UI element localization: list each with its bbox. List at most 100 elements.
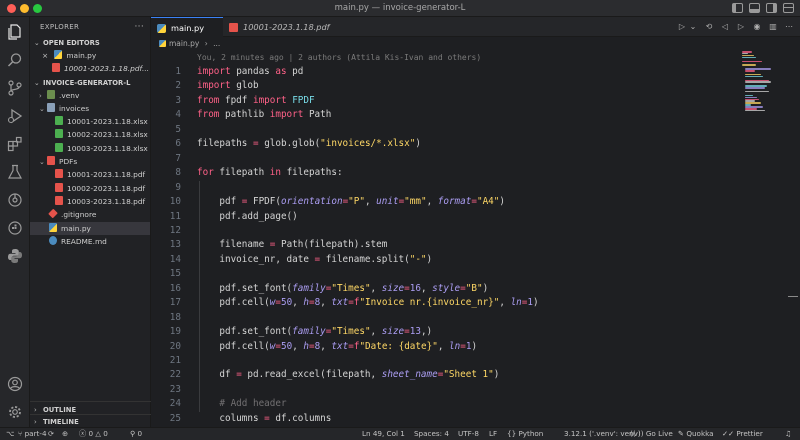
vertical-scrollbar[interactable] [786,51,798,427]
tree-file-xlsx[interactable]: 10002-2023.1.18.xlsx [30,128,150,141]
python-env-icon[interactable]: ⊕ [62,428,68,440]
git-blame-annotation[interactable]: You, 2 minutes ago | 2 authors (Attila K… [197,53,481,62]
code-line[interactable]: 6 filepaths = glob.glob("invoices/*.xlsx"… [151,137,751,151]
remote-explorer-icon[interactable] [6,191,24,209]
run-python-file-icon[interactable]: ▷ [677,22,687,32]
language-mode[interactable]: {} Python [507,428,543,440]
toggle-secondary-sidebar-icon[interactable] [766,3,777,13]
code-line[interactable]: 18 [151,311,751,325]
tree-folder-pdfs[interactable]: ⌄ PDFs [30,155,150,168]
tree-file-pdf[interactable]: 10003-2023.1.18.pdf [30,195,150,208]
code-token: Path [303,109,332,121]
quokka-button[interactable]: ✎ Quokka [678,428,714,440]
python-icon[interactable] [6,247,24,265]
more-actions-icon[interactable]: ··· [135,17,144,37]
breadcrumb-more[interactable]: ... [213,39,220,48]
breadcrumb-file[interactable]: main.py [169,39,199,48]
code-line[interactable]: 16 pdf.set_font(family="Times", size=16,… [151,282,751,296]
split-editor-icon[interactable]: ▥ [768,22,778,32]
code-line[interactable]: 8 for filepath in filepaths: [151,166,751,180]
tree-file-gitignore[interactable]: .gitignore [30,208,150,221]
copilot-icon[interactable]: ◉ [752,22,762,32]
code-line[interactable]: 23 [151,383,751,397]
code-line[interactable]: 7 [151,152,751,166]
code-line[interactable]: 25 columns = df.columns [151,412,751,426]
code-line[interactable]: 14 invoice_nr, date = filename.split("-"… [151,253,751,267]
extensions-icon[interactable] [6,135,24,153]
tree-file-xlsx[interactable]: 10001-2023.1.18.xlsx [30,115,150,128]
docker-icon[interactable] [6,219,24,237]
code-line[interactable]: 17 pdf.cell(w=50, h=8, txt=f"Invoice nr.… [151,296,751,310]
code-line[interactable]: 3 from fpdf import FPDF [151,94,751,108]
go-live-button[interactable]: ((·)) Go Live [630,428,673,440]
code-editor[interactable]: You, 2 minutes ago | 2 authors (Attila K… [151,51,800,427]
tab-pdf[interactable]: 10001-2023.1.18.pdf [223,17,343,37]
tab-main-py[interactable]: main.py [151,17,223,37]
line-ending[interactable]: LF [489,428,497,440]
explorer-icon[interactable] [6,23,24,41]
title-bar: main.py — invoice-generator-L [0,0,800,17]
go-forward-icon[interactable]: ▷ [736,22,746,32]
notifications-icon[interactable]: ♫ [785,428,791,440]
settings-gear-icon[interactable] [6,403,24,421]
branch-status[interactable]: ⑂ part-4 [18,428,47,440]
chevron-down-icon[interactable]: ⌄ [688,22,698,32]
go-back-icon[interactable]: ◁ [720,22,730,32]
close-icon[interactable]: × [42,49,52,62]
code-line[interactable]: 11 pdf.add_page() [151,210,751,224]
tree-file-readme[interactable]: README.md [30,235,150,248]
code-line[interactable]: 10 pdf = FPDF(orientation="P", unit="mm"… [151,195,751,209]
more-actions-icon[interactable]: ⋯ [784,22,794,32]
search-icon[interactable] [6,51,24,69]
indentation[interactable]: Spaces: 4 [414,428,449,440]
source-control-icon[interactable] [6,79,24,97]
code-line[interactable]: 2 import glob [151,79,751,93]
code-token: ) [493,369,500,381]
code-line[interactable]: 15 [151,267,751,281]
toggle-primary-sidebar-icon[interactable] [732,3,743,13]
tree-file-pdf[interactable]: 10001-2023.1.18.pdf [30,168,150,181]
cursor-position[interactable]: Ln 49, Col 1 [362,428,405,440]
chevron-right-icon: › [39,91,42,100]
code-line[interactable]: 19 pdf.set_font(family="Times", size=13,… [151,325,751,339]
project-section[interactable]: ⌄ INVOICE-GENERATOR-L [30,77,150,89]
tree-file-main-py[interactable]: main.py [30,221,150,235]
sync-icon[interactable]: ⟳ [48,428,54,440]
code-line[interactable]: 5 [151,123,751,137]
explorer-title: EXPLORER [40,23,80,31]
minimap[interactable] [742,51,772,112]
problems-status[interactable]: ⓧ 0 △ 0 [79,428,108,440]
open-editor-item[interactable]: 10001-2023.1.18.pdf... [30,62,150,75]
toggle-panel-icon[interactable] [749,3,760,13]
encoding[interactable]: UTF-8 [458,428,479,440]
tree-folder-venv[interactable]: › .venv [30,89,150,102]
code-token: invoice_nr, date [197,253,315,265]
run-debug-icon[interactable] [6,107,24,125]
code-line[interactable]: 21 [151,354,751,368]
code-line[interactable]: 20 pdf.cell(w=50, h=8, txt=f"Date: {date… [151,340,751,354]
account-icon[interactable] [6,375,24,393]
code-token: pandas [230,66,276,77]
line-number: 3 [175,94,181,106]
code-line[interactable]: 12 [151,224,751,238]
tree-folder-invoices[interactable]: ⌄ invoices [30,102,150,115]
remote-indicator-icon[interactable]: ⌥ [6,428,14,440]
code-line[interactable]: 22 df = pd.read_excel(filepath, sheet_na… [151,368,751,382]
testing-icon[interactable] [6,163,24,181]
minimap-line [745,96,757,99]
ports-icon[interactable]: ⚲ 0 [130,428,142,440]
tree-file-xlsx[interactable]: 10003-2023.1.18.xlsx [30,142,150,155]
open-editor-item[interactable]: × main.py [30,49,150,62]
open-changes-icon[interactable]: ⟲ [704,22,714,32]
code-line[interactable]: 4 from pathlib import Path [151,108,751,122]
tree-file-pdf[interactable]: 10002-2023.1.18.pdf [30,182,150,195]
code-line[interactable]: 24 # Add header [151,397,751,411]
prettier-button[interactable]: ✓✓ Prettier [722,428,763,440]
open-editors-section[interactable]: ⌄ OPEN EDITORS [30,37,150,49]
code-token: filepath [213,167,270,179]
code-line[interactable]: 13 filename = Path(filepath).stem [151,238,751,252]
code-line[interactable]: 1 import pandas as pd [151,65,751,79]
customize-layout-icon[interactable] [783,3,794,13]
code-text: import glob [197,79,259,93]
code-line[interactable]: 9 [151,181,751,195]
